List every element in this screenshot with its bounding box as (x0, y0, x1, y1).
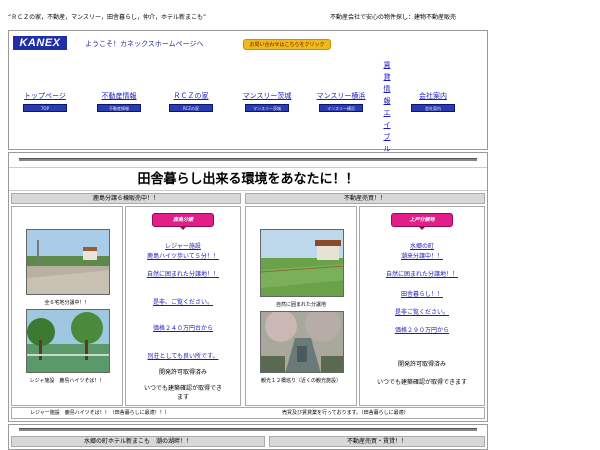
nav-label[interactable]: マンスリー茨城 (235, 91, 299, 101)
ad-line[interactable]: レジャー施設 (126, 241, 240, 250)
section-title-hotel: 水郷の町ホテル新まこも 潮の湖畔！！ (11, 436, 265, 447)
nav-button[interactable]: マンスリー茨城 (245, 104, 289, 112)
ad-line[interactable]: 価格２４０万円台から (126, 323, 240, 332)
ad-line: いつでも建築確認が取得でき (143, 385, 222, 392)
photo-caption: 観光１２橋巡り（近くの観光施設） (260, 378, 341, 384)
nav-item-real-estate[interactable]: 不動産情報 不動産情報 (87, 91, 151, 112)
divider (19, 158, 477, 161)
joto-bunjo-badge[interactable]: 上戸分譲地 (391, 213, 453, 227)
nav-button[interactable]: 会社案内 (411, 104, 455, 112)
canal-tour-photo[interactable] (260, 311, 344, 373)
nav-label[interactable]: トップページ (13, 91, 77, 101)
section-footer: レジャー施設 鹿島ハイツそば！！（田舎暮らしに最適！！） 売買及び賃貸業を行って… (11, 407, 485, 419)
nav-item-rcz-house[interactable]: ＲＣＺの家 RCZの家 (159, 91, 223, 112)
inquiry-button[interactable]: お問い合わせはこちらをクリック (243, 39, 331, 50)
ad-line: いつでも建築確認が取得できます (376, 379, 467, 386)
section-title-trading: 不動産売買！！ (245, 193, 485, 204)
ad-line: 開発許可取得済み (158, 369, 207, 376)
ad-line[interactable]: 潮来分譲中！！ (360, 251, 484, 260)
top-slogan: 不動産会社で安心の物件探し：建物不動産販売 (330, 14, 457, 21)
photo-caption: レジャ施設 鹿島ハイツそば！！ (29, 378, 105, 384)
kashima-bunjo-badge[interactable]: 鹿島分譲 (152, 213, 214, 227)
nav-label[interactable]: 会社案内 (401, 91, 465, 101)
nav-label[interactable]: マンスリー横浜 (309, 91, 373, 101)
photo-column-trading: 自然に囲まれた分譲地 観光１２橋巡り（近くの観光施設） (245, 206, 357, 406)
nav-button[interactable]: TOP (23, 104, 67, 112)
nav-item-company[interactable]: 会社案内 会社案内 (401, 91, 465, 112)
photo-column-kashima: 全６宅地分譲中！！ レジャ施設 鹿島ハイツそば！！ (11, 206, 123, 406)
nav-button[interactable]: RCZの家 (169, 104, 213, 112)
nature-lot-photo[interactable] (260, 229, 344, 297)
nav-label[interactable]: ＲＣＺの家 (159, 91, 223, 101)
ad-line[interactable]: 田舎暮らし！！ (360, 289, 484, 298)
footer-note-right: 売買及び賃貸業を行っております。（田舎暮らしに最適） (282, 410, 409, 416)
ad-line[interactable]: 自然に囲まれた分譲地！！ (360, 269, 484, 278)
ad-column-itako: 上戸分譲地 水郷の町 潮来分譲中！！ 自然に囲まれた分譲地！！ 田舎暮らし！！ … (359, 206, 485, 406)
photo-caption: 自然に囲まれた分譲地 (275, 302, 326, 308)
welcome-text: ようこそ！カネックスホームページへ (85, 40, 204, 48)
ad-line[interactable]: 価格２９０万円から (360, 325, 484, 334)
ad-line: ます (176, 394, 189, 401)
site-header: KANEX ようこそ！カネックスホームページへ お問い合わせはこちらをクリック … (8, 30, 488, 153)
ad-line[interactable]: 鹿島ハイツ歩いて５分！！ (126, 251, 240, 260)
nav-item-top[interactable]: トップページ TOP (13, 91, 77, 112)
section-title-rental: 不動産売買・賃貸！！ (269, 436, 485, 447)
ad-line[interactable]: 是非、ご覧ください。 (126, 297, 240, 306)
ad-line[interactable]: 別荘としても良い所です。 (126, 351, 240, 360)
ad-line[interactable]: 水郷の町 (360, 241, 484, 250)
footer-note-left: レジャー施設 鹿島ハイツそば！！（田舎暮らしに最適！！） (30, 410, 170, 416)
nav-item-monthly-ibaraki[interactable]: マンスリー茨城 マンスリー茨城 (235, 91, 299, 112)
leisure-photo[interactable] (26, 309, 110, 373)
land-photo[interactable] (26, 229, 110, 295)
ad-line[interactable]: 自然に囲まれた分譲地！！ (126, 269, 240, 278)
nav-button[interactable]: マンスリー横浜 (319, 104, 363, 112)
top-tagline: “ＲＣＺの家，不動産，マンスリー，田舎暮らし，仲介，ホテル新まこも” (8, 14, 207, 21)
nav-button[interactable]: 不動産情報 (97, 104, 141, 112)
ad-line: 開発許可取得済み (397, 361, 446, 368)
ad-column-kashima: 鹿島分譲 レジャー施設 鹿島ハイツ歩いて５分！！ 自然に囲まれた分譲地！！ 是非… (125, 206, 241, 406)
kanex-logo[interactable]: KANEX (13, 36, 67, 50)
section-title-kashima: 鹿島分譲６棟販売中！！ (11, 193, 241, 204)
ad-line[interactable]: 是非ご覧ください。 (360, 307, 484, 316)
rental-able-link[interactable]: 賃貸情報エイブル (381, 59, 393, 155)
headline: 田舎暮らし出来る環境をあなたに！！ (9, 167, 487, 191)
photo-caption: 全６宅地分譲中！！ (44, 300, 90, 306)
divider (19, 428, 477, 431)
main-content: 田舎暮らし出来る環境をあなたに！！ 鹿島分譲６棟販売中！！ 不動産売買！！ 全６… (8, 152, 488, 422)
nav-label[interactable]: 不動産情報 (87, 91, 151, 101)
nav-item-monthly-yokohama[interactable]: マンスリー横浜 マンスリー横浜 (309, 91, 373, 112)
bottom-section: 水郷の町ホテル新まこも 潮の湖畔！！ 不動産売買・賃貸！！ (8, 424, 488, 450)
